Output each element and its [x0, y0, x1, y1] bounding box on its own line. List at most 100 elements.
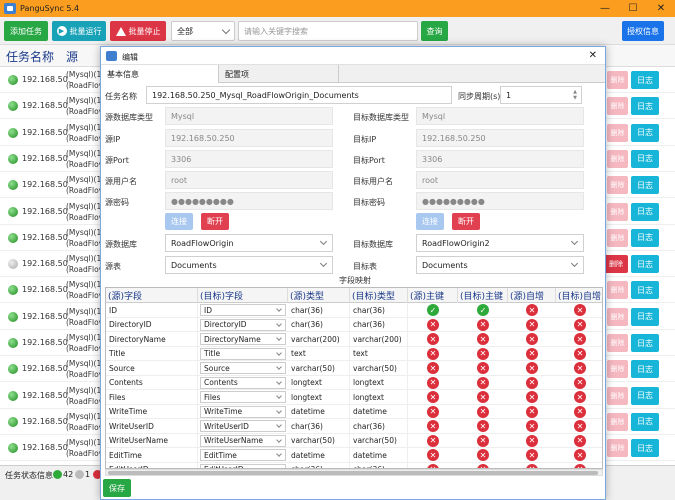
tab-basic-info[interactable]: 基本信息: [101, 65, 219, 83]
target-connect-button[interactable]: 连接: [416, 213, 444, 230]
chevron-down-icon: [276, 364, 282, 370]
mapping-row[interactable]: Files Files longtext longtext ✕ ✕ ✕ ✕: [106, 390, 602, 405]
minimize-button[interactable]: —: [591, 0, 619, 17]
log-button[interactable]: 日志: [631, 281, 659, 300]
status-filter-select[interactable]: 全部: [171, 21, 235, 41]
log-button[interactable]: 日志: [631, 228, 659, 247]
target-field-select[interactable]: EditTime: [200, 449, 286, 461]
target-field-select[interactable]: Title: [200, 347, 286, 360]
mapping-row[interactable]: DirectoryName DirectoryName varchar(200) va…: [106, 332, 602, 347]
scrollbar-thumb[interactable]: [108, 471, 598, 475]
mapping-row[interactable]: Title Title text text ✕ ✕ ✕ ✕: [106, 346, 602, 361]
delete-button[interactable]: 删除: [607, 202, 628, 221]
sync-period-input[interactable]: 1 ▲ ▼: [500, 86, 582, 104]
delete-label: 删除: [610, 312, 625, 321]
log-button[interactable]: 日志: [631, 149, 659, 168]
target-field-select[interactable]: Files: [200, 391, 286, 403]
batch-run-button[interactable]: ▶ 批量运行: [52, 21, 106, 41]
mapping-row[interactable]: WriteUserName WriteUserName varchar(50) var…: [106, 433, 602, 448]
grid-header-cell[interactable]: (目标)类型: [350, 288, 408, 303]
source-table-select[interactable]: Documents: [165, 256, 333, 274]
search-input[interactable]: 请输入关键字搜索: [238, 21, 418, 41]
log-button[interactable]: 日志: [631, 71, 659, 89]
title-bar: PanguSync 5.4 — ☐ ✕: [0, 0, 675, 17]
add-task-button[interactable]: 添加任务: [4, 21, 48, 41]
task-name-label: 任务名称: [105, 92, 137, 101]
grid-header-cell[interactable]: (目标)主键: [458, 288, 508, 303]
target-table-select[interactable]: Documents: [416, 256, 584, 274]
target-field-select[interactable]: DirectoryID: [200, 318, 286, 331]
target-field-select[interactable]: DirectoryName: [200, 333, 286, 345]
mapping-row[interactable]: Source Source varchar(50) varchar(50) ✕ ✕ ✕ ✕: [106, 361, 602, 376]
horizontal-scrollbar[interactable]: [105, 469, 603, 476]
log-button[interactable]: 日志: [631, 123, 659, 142]
mapping-row[interactable]: Contents Contents longtext longtext ✕ ✕ ✕ ✕: [106, 375, 602, 390]
delete-button[interactable]: 删除: [604, 255, 628, 274]
grid-header-cell[interactable]: (源)主键: [408, 288, 458, 303]
mapping-row[interactable]: ID ID char(36) char(36) ✓ ✓ ✕ ✕: [106, 303, 602, 318]
delete-button[interactable]: 删除: [607, 334, 628, 352]
grid-header-cell[interactable]: (目标)自增: [556, 288, 602, 303]
mapping-row[interactable]: WriteTime WriteTime datetime datetime ✕ ✕ ✕ ✕: [106, 404, 602, 419]
cross-icon: ✕: [574, 318, 586, 331]
log-button[interactable]: 日志: [631, 307, 659, 326]
maximize-button[interactable]: ☐: [619, 0, 647, 17]
delete-button[interactable]: 删除: [607, 97, 628, 116]
target-port-label: 目标Port: [353, 156, 385, 165]
target-field-select[interactable]: WriteTime: [200, 405, 286, 418]
target-type-cell: varchar(50): [350, 361, 408, 375]
spinner-icon[interactable]: ▲ ▼: [571, 89, 579, 102]
source-connect-button[interactable]: 连接: [165, 213, 193, 230]
task-name-input[interactable]: 192.168.50.250_Mysql_RoadFlowOrigin_Docu…: [146, 86, 452, 104]
grid-header-cell[interactable]: (源)类型: [288, 288, 350, 303]
close-button[interactable]: ✕: [647, 0, 675, 17]
log-button[interactable]: 日志: [631, 97, 659, 116]
license-button[interactable]: 授权信息: [622, 21, 664, 41]
mapping-row[interactable]: DirectoryID DirectoryID char(36) char(36) ✕ ✕…: [106, 317, 602, 332]
target-field-select[interactable]: ID: [200, 304, 286, 316]
source-disconnect-button[interactable]: 断开: [201, 213, 229, 230]
delete-button[interactable]: 删除: [607, 176, 628, 195]
tab-config[interactable]: 配置项: [219, 65, 339, 83]
delete-button[interactable]: 删除: [607, 412, 628, 431]
log-button[interactable]: 日志: [631, 334, 659, 352]
mapping-row[interactable]: EditTime EditTime datetime datetime ✕ ✕ ✕ ✕: [106, 448, 602, 463]
source-db-select[interactable]: RoadFlowOrigin: [165, 234, 333, 252]
target-field-select[interactable]: WriteUserName: [200, 434, 286, 447]
save-button[interactable]: 保存: [103, 479, 131, 497]
delete-button[interactable]: 删除: [607, 71, 628, 89]
target-field-value: DirectoryID: [204, 320, 247, 329]
delete-button[interactable]: 删除: [607, 386, 628, 405]
log-button[interactable]: 日志: [631, 176, 659, 195]
log-button[interactable]: 日志: [631, 439, 659, 458]
log-button[interactable]: 日志: [631, 412, 659, 431]
delete-button[interactable]: 删除: [607, 123, 628, 142]
target-db-select[interactable]: RoadFlowOrigin2: [416, 234, 584, 252]
delete-button[interactable]: 删除: [607, 149, 628, 168]
grid-header-cell[interactable]: (源)字段: [106, 288, 198, 303]
source-line-1: (Mysql)(1: [66, 254, 102, 264]
chevron-down-icon: [276, 306, 282, 312]
log-button[interactable]: 日志: [631, 202, 659, 221]
mapping-row[interactable]: WriteUserID WriteUserID char(36) char(36) ✕ ✕…: [106, 419, 602, 434]
source-field-cell: Source: [106, 361, 198, 375]
target-field-select[interactable]: Source: [200, 362, 286, 374]
log-button[interactable]: 日志: [631, 255, 659, 274]
target-field-value: DirectoryName: [204, 334, 261, 344]
delete-button[interactable]: 删除: [607, 360, 628, 379]
grid-header-cell[interactable]: (源)自增: [508, 288, 556, 303]
log-button[interactable]: 日志: [631, 386, 659, 405]
grid-header-cell[interactable]: (目标)字段: [198, 288, 288, 303]
query-button[interactable]: 查询: [421, 21, 448, 41]
dialog-close-icon[interactable]: ✕: [589, 50, 597, 61]
target-field-select[interactable]: WriteUserID: [200, 420, 286, 432]
delete-button[interactable]: 删除: [607, 228, 628, 247]
batch-stop-button[interactable]: 批量停止: [110, 21, 166, 41]
log-button[interactable]: 日志: [631, 360, 659, 379]
delete-button[interactable]: 删除: [607, 281, 628, 300]
delete-button[interactable]: 删除: [607, 307, 628, 326]
target-disconnect-button[interactable]: 断开: [452, 213, 480, 230]
batch-run-label: 批量运行: [69, 26, 102, 36]
target-field-select[interactable]: Contents: [200, 376, 286, 389]
delete-button[interactable]: 删除: [607, 439, 628, 458]
